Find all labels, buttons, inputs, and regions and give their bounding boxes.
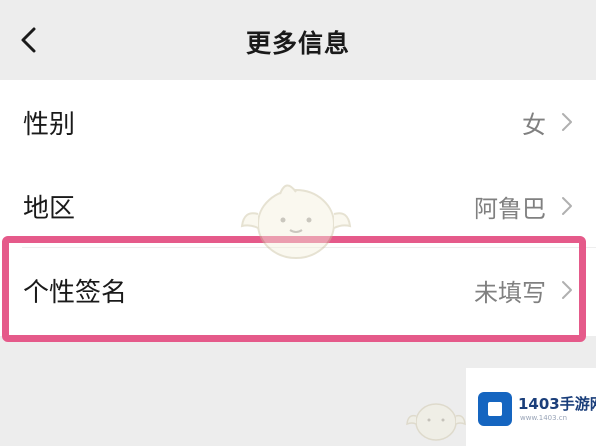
signature-value: 未填写	[474, 279, 546, 307]
chevron-right-icon	[562, 113, 572, 131]
gender-label: 性别	[23, 110, 76, 140]
region-label: 地区	[23, 194, 76, 224]
mascot-watermark-small	[406, 403, 466, 441]
site-watermark: 1403手游网 www.1403.cn	[466, 368, 596, 446]
signature-row[interactable]: 个性签名 未填写	[0, 248, 596, 332]
page-title: 更多信息	[245, 29, 350, 58]
region-row[interactable]: 地区 阿鲁巴	[0, 164, 596, 248]
signature-label: 个性签名	[23, 278, 128, 308]
gender-row[interactable]: 性别 女	[0, 80, 596, 164]
nav-header: 更多信息	[0, 0, 596, 80]
chevron-right-icon	[562, 281, 572, 299]
chevron-right-icon	[562, 197, 572, 215]
gender-value: 女	[522, 111, 546, 139]
site-url: www.1403.cn	[520, 414, 568, 422]
info-list: 性别 女 地区 阿鲁巴 个性签名 未填写	[0, 80, 596, 336]
cube-logo-icon	[478, 392, 512, 426]
region-value: 阿鲁巴	[474, 195, 546, 223]
site-name: 1403手游网	[518, 395, 596, 413]
